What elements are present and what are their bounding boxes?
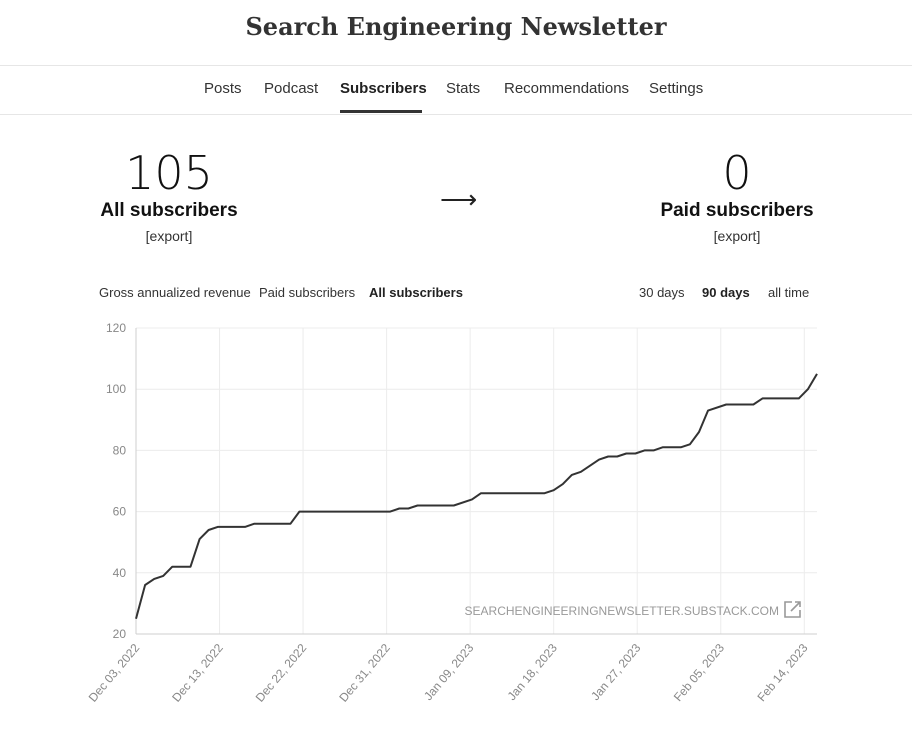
all-subscribers-label: All subscribers <box>100 200 238 221</box>
nav-stats[interactable]: Stats <box>446 80 480 97</box>
x-tick-label: Dec 31, 2022 <box>336 641 393 705</box>
range-tab-all-time[interactable]: all time <box>768 285 809 300</box>
paid-subscribers-count: 0 <box>722 146 752 200</box>
x-tick-label: Dec 03, 2022 <box>86 641 143 705</box>
x-tick-label: Dec 22, 2022 <box>253 641 310 705</box>
y-axis-labels: 20 40 60 80 100 120 <box>106 321 126 641</box>
series-line-all-subscribers <box>135 373 818 619</box>
x-tick-label: Jan 18, 2023 <box>505 641 561 703</box>
top-nav: Posts Podcast Subscribers Stats Recommen… <box>0 66 912 115</box>
metric-tab-gross-revenue[interactable]: Gross annualized revenue <box>99 285 251 300</box>
subscribers-chart: 20406080100120 Dec 03, 2022 Dec 13, 2022 D… <box>86 321 818 705</box>
range-tab-90-days[interactable]: 90 days <box>702 285 750 300</box>
x-tick-label: Feb 14, 2023 <box>754 641 810 704</box>
publication-title: Search Engineering Newsletter <box>245 12 667 41</box>
x-tick-label: Feb 05, 2023 <box>671 641 727 704</box>
x-tick-label: Dec 13, 2022 <box>169 641 226 705</box>
chart-grid <box>135 327 817 635</box>
header: Search Engineering Newsletter <box>0 0 912 66</box>
nav-settings[interactable]: Settings <box>649 80 703 97</box>
all-subscribers-export-link[interactable]: [export] <box>89 228 249 244</box>
nav-podcast[interactable]: Podcast <box>264 80 318 97</box>
y-tick-label: 40 <box>113 566 127 580</box>
chart-axes <box>135 328 817 635</box>
y-tick-label: 60 <box>113 505 127 519</box>
paid-subscribers-label: Paid subscribers <box>660 200 814 221</box>
y-tick-label: 80 <box>113 443 127 457</box>
paid-subscribers-stat: 0 Paid subscribers [export] <box>652 148 822 244</box>
nav-subscribers[interactable]: Subscribers <box>340 80 427 97</box>
x-tick-label: Jan 09, 2023 <box>421 641 477 703</box>
metric-tab-paid-subscribers[interactable]: Paid subscribers <box>259 285 355 300</box>
external-link-icon[interactable] <box>784 601 801 618</box>
watermark-text: SEARCHENGINEERINGNEWSLETTER.SUBSTACK.COM <box>465 604 779 618</box>
y-tick-label: 100 <box>106 382 126 396</box>
active-tab-indicator <box>340 110 422 113</box>
y-tick-label: 120 <box>106 321 126 335</box>
x-tick-label: Jan 27, 2023 <box>588 641 644 703</box>
nav-recommendations[interactable]: Recommendations <box>504 80 629 97</box>
range-tab-30-days[interactable]: 30 days <box>639 285 685 300</box>
right-arrow-icon: ⟶ <box>440 184 478 214</box>
nav-posts[interactable]: Posts <box>204 80 242 97</box>
y-tick-label: 20 <box>113 627 127 641</box>
x-axis-labels: Dec 03, 2022 Dec 13, 2022 Dec 22, 2022 Dec … <box>86 641 811 705</box>
all-subscribers-count: 105 <box>125 146 213 200</box>
metric-tab-all-subscribers[interactable]: All subscribers <box>369 285 463 300</box>
all-subscribers-stat: 105 All subscribers [export] <box>89 148 249 244</box>
paid-subscribers-export-link[interactable]: [export] <box>652 228 822 244</box>
